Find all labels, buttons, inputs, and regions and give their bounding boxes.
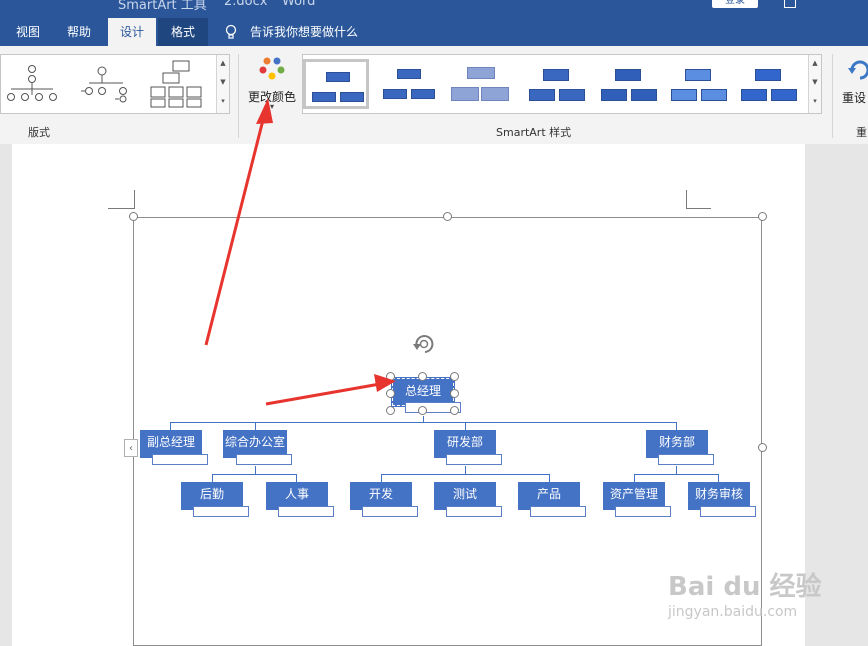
layout-option-2[interactable] <box>81 66 127 103</box>
frame-handle-top-right[interactable] <box>758 212 767 221</box>
node-handle[interactable] <box>418 372 427 381</box>
style-option-6[interactable] <box>665 59 731 109</box>
layouts-group-label: 版式 <box>28 126 50 139</box>
layout-option-3[interactable] <box>150 60 202 108</box>
tell-me-text: 告诉我你想要做什么 <box>250 25 359 39</box>
tab-help[interactable]: 帮助 <box>56 18 102 46</box>
connector <box>634 474 635 482</box>
connector <box>718 474 719 482</box>
org-node-subbox[interactable] <box>446 506 502 517</box>
frame-handle-top-left[interactable] <box>129 212 138 221</box>
rotate-handle-icon[interactable] <box>411 331 437 357</box>
tab-design[interactable]: 设计 <box>108 18 156 46</box>
text-pane-toggle-button[interactable]: ‹ <box>124 439 138 457</box>
node-handle[interactable] <box>450 389 459 398</box>
connector <box>170 422 171 430</box>
margin-marker-left <box>108 190 135 209</box>
connector <box>296 474 297 482</box>
org-node-subbox[interactable] <box>278 506 334 517</box>
group-separator <box>832 54 833 138</box>
tell-me-search[interactable]: 告诉我你想要做什么 <box>218 18 378 46</box>
style-option-5[interactable] <box>595 59 661 109</box>
style-option-3[interactable] <box>447 59 513 109</box>
chevron-down-icon[interactable]: ▼ <box>809 74 821 93</box>
connector <box>255 466 256 474</box>
dropdown-arrow-icon: ▾ <box>269 102 274 111</box>
connector <box>634 474 719 475</box>
frame-handle-top-middle[interactable] <box>443 212 452 221</box>
connector <box>255 422 256 430</box>
margin-marker-right <box>686 190 711 209</box>
app-name: Word <box>282 0 316 9</box>
org-node-subbox[interactable] <box>700 506 756 517</box>
connector <box>381 474 382 482</box>
reset-group-label: 重 <box>856 126 867 139</box>
reset-icon <box>848 60 868 80</box>
ribbon: ▲ ▼ ▾ 版式 更改颜色 ▾ ▲ ▼ ▾ SmartArt 样式 重设 重 <box>0 46 868 145</box>
tab-view[interactable]: 视图 <box>0 18 56 46</box>
style-option-2[interactable] <box>377 59 443 109</box>
styles-gallery: ▲ ▼ ▾ <box>302 54 822 114</box>
reset-graphic-button[interactable]: 重设 <box>840 54 868 114</box>
palette-icon <box>259 57 285 80</box>
style-option-1[interactable] <box>303 59 369 109</box>
connector <box>212 474 297 475</box>
reset-label: 重设 <box>842 91 867 105</box>
layout-thumbnails <box>7 60 202 108</box>
node-handle[interactable] <box>450 406 459 415</box>
watermark-brand: Bai du 经验 <box>668 572 822 602</box>
node-handle[interactable] <box>418 406 427 415</box>
gallery-more-icon[interactable]: ▾ <box>809 93 821 112</box>
node-handle[interactable] <box>386 389 395 398</box>
group-separator <box>238 54 239 138</box>
org-node-subbox[interactable] <box>446 454 502 465</box>
lightbulb-icon <box>225 24 237 39</box>
change-colors-button[interactable]: 更改颜色 ▾ <box>244 52 300 116</box>
connector <box>465 466 466 474</box>
connector <box>549 474 550 482</box>
connector <box>170 422 676 423</box>
layouts-gallery-scroll[interactable]: ▲ ▼ ▾ <box>216 55 229 113</box>
styles-group-label: SmartArt 样式 <box>496 126 572 139</box>
org-node-subbox[interactable] <box>615 506 671 517</box>
org-node-subbox[interactable] <box>236 454 292 465</box>
styles-gallery-scroll[interactable]: ▲ ▼ ▾ <box>808 55 821 113</box>
title-bar: SmartArt 工具 2.docx Word 登录 <box>0 0 868 18</box>
chevron-up-icon[interactable]: ▲ <box>217 55 229 74</box>
watermark-url: jingyan.baidu.com <box>668 604 798 620</box>
org-node-subbox[interactable] <box>152 454 208 465</box>
node-handle[interactable] <box>386 406 395 415</box>
contextual-tool-title: SmartArt 工具 <box>118 0 207 13</box>
connector <box>381 474 550 475</box>
frame-handle-middle-right[interactable] <box>758 443 767 452</box>
connector <box>465 422 466 430</box>
node-handle[interactable] <box>450 372 459 381</box>
chevron-up-icon[interactable]: ▲ <box>809 55 821 74</box>
tab-format[interactable]: 格式 <box>158 18 208 46</box>
node-handle[interactable] <box>386 372 395 381</box>
connector <box>676 422 677 430</box>
org-node-subbox[interactable] <box>658 454 714 465</box>
org-node-subbox[interactable] <box>530 506 586 517</box>
style-option-4[interactable] <box>523 59 589 109</box>
style-option-7[interactable] <box>735 59 801 109</box>
chevron-down-icon[interactable]: ▼ <box>217 74 229 93</box>
login-button[interactable]: 登录 <box>712 0 758 8</box>
layout-option-1[interactable] <box>7 65 57 101</box>
org-node-subbox[interactable] <box>193 506 249 517</box>
connector <box>676 466 677 474</box>
connector <box>212 474 213 482</box>
org-node-subbox[interactable] <box>362 506 418 517</box>
document-name: 2.docx <box>224 0 268 9</box>
layouts-gallery: ▲ ▼ ▾ <box>0 54 230 114</box>
ribbon-tab-bar: 视图 帮助 设计 格式 告诉我你想要做什么 <box>0 18 868 46</box>
ribbon-display-icon[interactable] <box>784 0 796 8</box>
gallery-more-icon[interactable]: ▾ <box>217 93 229 112</box>
